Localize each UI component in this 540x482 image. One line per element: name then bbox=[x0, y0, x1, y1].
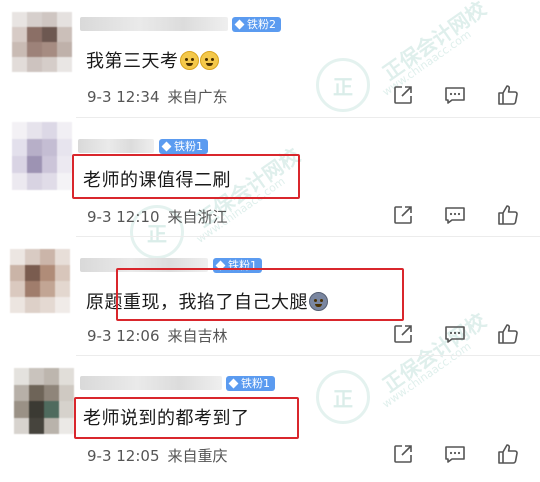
comment-item: 铁粉2 我第三天考 9-3 12:34 来自广东 bbox=[0, 0, 540, 118]
crying-face-icon bbox=[179, 51, 199, 70]
comment-time: 9-3 12:06 bbox=[87, 327, 160, 345]
comment-item: 铁粉1 原题重现，我掐了自己大腿 9-3 12:06 来自吉林 bbox=[0, 237, 540, 356]
avatar[interactable] bbox=[12, 12, 72, 72]
fan-level-badge: 铁粉2 bbox=[232, 17, 281, 32]
like-icon bbox=[498, 444, 518, 464]
username-blurred[interactable] bbox=[80, 376, 222, 390]
comment-meta: 9-3 12:10 来自浙江 bbox=[87, 206, 228, 227]
comment-icon bbox=[445, 326, 465, 343]
avatar[interactable] bbox=[10, 249, 70, 313]
username-blurred[interactable] bbox=[78, 139, 154, 153]
diamond-icon bbox=[215, 260, 226, 271]
share-icon bbox=[394, 445, 412, 463]
comment-location: 来自吉林 bbox=[167, 327, 228, 345]
shocked-face-icon bbox=[309, 292, 328, 311]
comment-icon bbox=[445, 446, 465, 463]
comment-meta: 9-3 12:05 来自重庆 bbox=[87, 445, 228, 466]
share-button[interactable] bbox=[391, 442, 415, 466]
username-blurred[interactable] bbox=[80, 17, 228, 31]
comment-icon bbox=[445, 87, 465, 104]
comment-text: 老师的课值得二刷 bbox=[83, 170, 231, 191]
comment-text: 原题重现，我掐了自己大腿 bbox=[86, 288, 328, 314]
reply-button[interactable] bbox=[443, 83, 467, 107]
fan-level-badge: 铁粉1 bbox=[159, 139, 208, 154]
share-button[interactable] bbox=[391, 322, 415, 346]
comment-time: 9-3 12:10 bbox=[87, 208, 160, 226]
like-icon bbox=[498, 85, 518, 105]
share-icon bbox=[394, 206, 412, 224]
like-button[interactable] bbox=[496, 83, 520, 107]
comment-text: 我第三天考 bbox=[86, 47, 219, 73]
diamond-icon bbox=[234, 19, 245, 30]
avatar[interactable] bbox=[12, 122, 72, 190]
comment-location: 来自广东 bbox=[167, 88, 228, 106]
comment-item: 铁粉1 老师说到的都考到了 9-3 12:05 来自重庆 bbox=[0, 356, 540, 482]
comment-meta: 9-3 12:34 来自广东 bbox=[87, 86, 228, 107]
reply-button[interactable] bbox=[443, 322, 467, 346]
like-button[interactable] bbox=[496, 203, 520, 227]
like-icon bbox=[498, 324, 518, 344]
diamond-icon bbox=[228, 378, 239, 389]
diamond-icon bbox=[161, 141, 172, 152]
share-icon bbox=[394, 325, 412, 343]
fan-level-badge: 铁粉1 bbox=[213, 258, 262, 273]
comment-location: 来自重庆 bbox=[167, 447, 228, 465]
reply-button[interactable] bbox=[443, 203, 467, 227]
like-icon bbox=[498, 205, 518, 225]
reply-button[interactable] bbox=[443, 442, 467, 466]
comment-text: 老师说到的都考到了 bbox=[83, 408, 250, 429]
share-icon bbox=[394, 86, 412, 104]
comment-location: 来自浙江 bbox=[167, 208, 228, 226]
comment-meta: 9-3 12:06 来自吉林 bbox=[87, 325, 228, 346]
share-button[interactable] bbox=[391, 203, 415, 227]
comment-time: 9-3 12:34 bbox=[87, 88, 160, 106]
fan-level-badge: 铁粉1 bbox=[226, 376, 275, 391]
comment-item: 铁粉1 老师的课值得二刷 9-3 12:10 来自浙江 bbox=[0, 118, 540, 237]
like-button[interactable] bbox=[496, 322, 520, 346]
share-button[interactable] bbox=[391, 83, 415, 107]
comment-icon bbox=[445, 207, 465, 224]
like-button[interactable] bbox=[496, 442, 520, 466]
username-blurred[interactable] bbox=[80, 258, 208, 272]
avatar[interactable] bbox=[14, 368, 74, 434]
crying-face-icon bbox=[199, 51, 219, 70]
comment-time: 9-3 12:05 bbox=[87, 447, 160, 465]
